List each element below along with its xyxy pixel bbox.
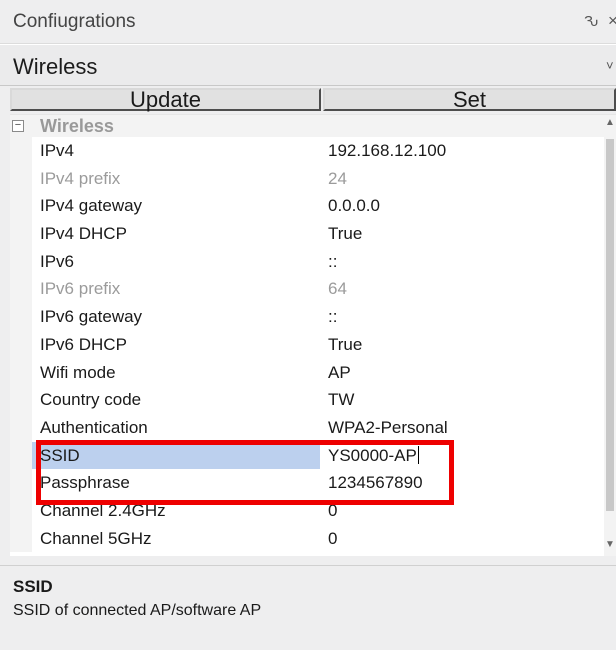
property-name[interactable]: IPv4 <box>32 137 320 165</box>
property-row[interactable]: Passphrase 1234567890 <box>10 469 604 497</box>
row-gutter <box>10 192 32 221</box>
description-text: SSID of connected AP/software AP <box>13 602 262 619</box>
property-name[interactable]: Wifi mode <box>32 359 320 387</box>
property-value[interactable]: 0 <box>321 525 604 553</box>
update-button[interactable]: Update <box>10 88 321 111</box>
property-row[interactable]: Channel 2.4GHz 0 <box>10 496 604 525</box>
property-value-text: 0 <box>328 528 338 548</box>
property-value-editor[interactable]: YS0000-AP <box>321 442 604 470</box>
property-row[interactable]: IPv6 DHCP True <box>10 330 604 359</box>
row-gutter <box>10 413 32 442</box>
property-name[interactable]: IPv4 DHCP <box>32 220 320 248</box>
category-row[interactable]: − Wireless <box>10 115 616 137</box>
set-button[interactable]: Set <box>323 88 616 111</box>
pin-icon[interactable]: Ԅ <box>584 13 598 30</box>
property-value[interactable]: 1234567890 <box>321 469 604 497</box>
object-selector[interactable]: Wireless ˅ <box>0 44 616 86</box>
property-row[interactable]: IPv4 prefix 24 <box>10 164 604 193</box>
property-value[interactable]: TW <box>321 386 604 414</box>
property-grid: − Wireless IPv4 192.168.12.100 IPv4 prefix… <box>10 114 616 556</box>
property-value-text: True <box>328 224 363 244</box>
row-gutter <box>10 386 32 414</box>
close-icon[interactable]: × <box>608 11 616 31</box>
property-name[interactable]: Country code <box>32 386 320 414</box>
property-row[interactable]: IPv4 gateway 0.0.0.0 <box>10 192 604 221</box>
property-row[interactable]: Channel 5GHz 0 <box>10 524 604 553</box>
property-value-text: 1234567890 <box>328 473 423 493</box>
property-name[interactable]: Passphrase <box>32 469 320 497</box>
property-value: 24 <box>321 165 604 193</box>
property-name[interactable]: IPv6 DHCP <box>32 331 320 359</box>
property-name[interactable]: Authentication <box>32 414 320 442</box>
row-gutter <box>10 164 32 193</box>
configurations-panel: Confiugrations Ԅ × Wireless ˅ Update Set… <box>0 0 616 650</box>
scroll-down-icon[interactable]: ▼ <box>605 539 615 550</box>
property-value-text: 0 <box>328 500 338 520</box>
property-row[interactable]: IPv6 prefix 64 <box>10 275 604 304</box>
property-rows: IPv4 192.168.12.100 IPv4 prefix 24 IPv4 gate… <box>10 137 604 553</box>
property-value[interactable]: 0 <box>321 497 604 525</box>
panel-title: Confiugrations <box>13 11 136 32</box>
text-caret <box>417 445 419 464</box>
scrollbar-thumb[interactable] <box>606 139 614 511</box>
property-value-text: True <box>328 334 363 354</box>
property-value-text: AP <box>328 362 351 382</box>
row-gutter <box>10 469 32 497</box>
property-value[interactable]: True <box>321 331 604 359</box>
property-value-text: 192.168.12.100 <box>328 141 447 160</box>
property-value-text: 0.0.0.0 <box>328 196 380 216</box>
property-name[interactable]: Channel 5GHz <box>32 525 320 553</box>
property-value-text: TW <box>328 390 355 410</box>
description-title: SSID <box>13 577 53 596</box>
property-value[interactable]: AP <box>321 359 604 387</box>
property-name[interactable]: IPv6 prefix <box>32 275 320 303</box>
property-value-text: 24 <box>328 168 347 188</box>
property-name[interactable]: IPv4 prefix <box>32 165 320 193</box>
property-value-text: YS0000-AP <box>328 445 417 465</box>
object-selector-value: Wireless <box>13 54 98 79</box>
property-name[interactable]: IPv6 gateway <box>32 303 320 331</box>
property-row[interactable]: IPv6:: <box>10 247 604 276</box>
property-name[interactable]: Channel 2.4GHz <box>32 497 320 525</box>
property-value[interactable]: True <box>321 220 604 248</box>
property-row[interactable]: SSID YS0000-AP <box>10 441 604 470</box>
panel-titlebar: Confiugrations Ԅ × <box>0 0 616 44</box>
property-value[interactable]: WPA2-Personal <box>321 414 604 442</box>
property-value-text: 64 <box>328 279 347 299</box>
chevron-down-icon[interactable]: ˅ <box>606 58 614 73</box>
row-gutter <box>10 137 32 165</box>
row-gutter <box>10 358 32 387</box>
property-row[interactable]: IPv4 192.168.12.100 <box>10 137 604 165</box>
row-gutter <box>10 524 32 553</box>
property-row[interactable]: Country code TW <box>10 386 604 414</box>
category-label: Wireless <box>40 116 114 136</box>
property-name[interactable]: IPv4 gateway <box>32 192 320 220</box>
row-gutter <box>10 303 32 331</box>
property-value[interactable]: :: <box>321 248 604 276</box>
row-gutter <box>10 330 32 359</box>
description-pane: SSID SSID of connected AP/software AP <box>0 565 616 650</box>
row-gutter <box>10 496 32 525</box>
vertical-scrollbar[interactable]: ▲ ▼ <box>604 115 616 556</box>
property-row[interactable]: Wifi mode AP <box>10 358 604 387</box>
row-gutter <box>10 247 32 276</box>
property-row[interactable]: IPv4 DHCP True <box>10 220 604 248</box>
property-name[interactable]: SSID <box>32 441 320 470</box>
collapse-icon[interactable]: − <box>12 120 24 132</box>
property-value[interactable]: 0.0.0.0 <box>321 192 604 220</box>
property-value-text: :: <box>328 251 338 271</box>
scroll-up-icon[interactable]: ▲ <box>605 117 615 128</box>
property-name[interactable]: IPv6 <box>32 248 320 276</box>
property-value[interactable]: 192.168.12.100 <box>321 137 604 165</box>
row-gutter <box>10 220 32 248</box>
property-value[interactable]: :: <box>321 303 604 331</box>
property-value-text: :: <box>328 307 338 327</box>
property-row[interactable]: Authentication WPA2-Personal <box>10 413 604 442</box>
property-value: 64 <box>321 275 604 303</box>
row-gutter <box>10 275 32 304</box>
row-gutter <box>10 441 32 470</box>
property-value-text: WPA2-Personal <box>328 417 448 437</box>
property-row[interactable]: IPv6 gateway:: <box>10 303 604 331</box>
